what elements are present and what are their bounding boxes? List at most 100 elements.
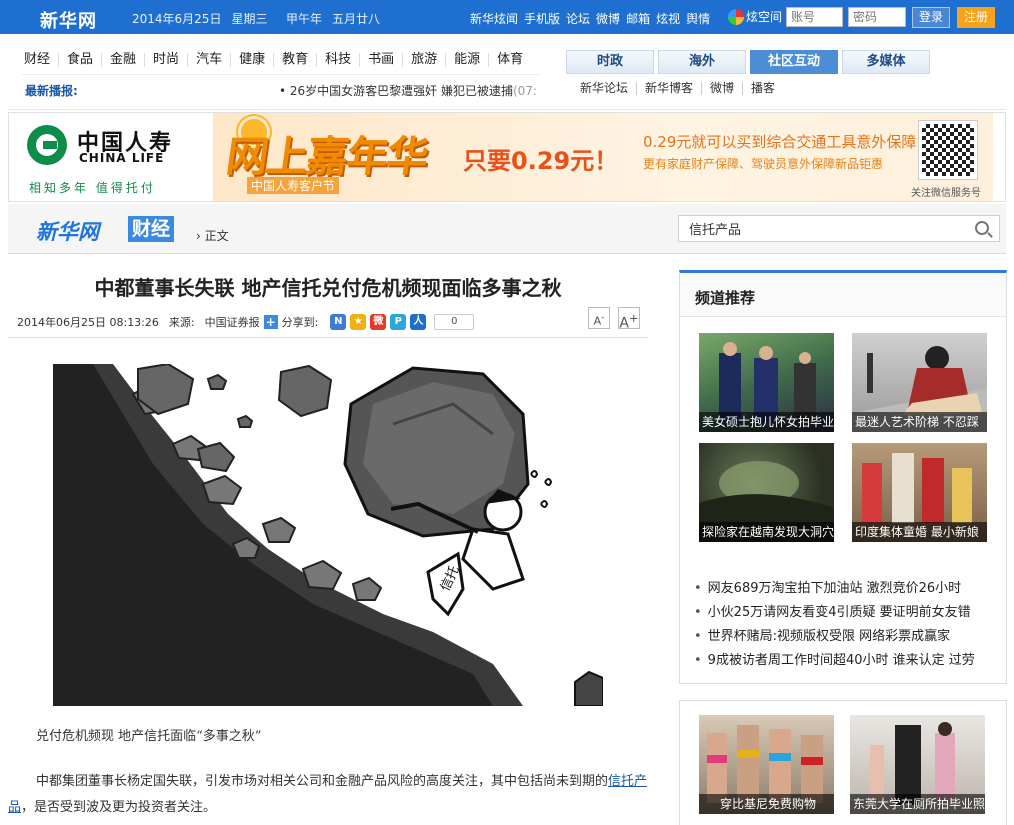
tab-shequ-hudong[interactable]: 社区互动 xyxy=(750,50,838,74)
recommend-pic[interactable]: 东莞大学在厕所拍毕业照 xyxy=(850,715,985,814)
ad-slogan: 相知多年 值得托付 xyxy=(29,181,156,195)
recommend-pic[interactable]: 美女硕士抱儿怀女拍毕业 xyxy=(699,333,834,432)
top-link[interactable]: 论坛 xyxy=(566,10,590,27)
share-qzone-icon[interactable]: N xyxy=(330,314,347,330)
top-link[interactable]: 手机版 xyxy=(524,10,560,27)
china-life-ad-banner[interactable]: 中国人寿 CHINA LIFE 相知多年 值得托付 网上嘉年华 中国人寿客户节 … xyxy=(8,112,1006,202)
panel-title: 频道推荐 xyxy=(695,289,756,307)
panel-header: 频道推荐 xyxy=(680,273,1006,317)
share-plus-icon[interactable]: + xyxy=(263,315,278,329)
subtab-link[interactable]: 新华论坛 xyxy=(580,82,638,95)
share-star-icon[interactable]: ★ xyxy=(350,314,367,330)
recommend-list: 网友689万淘宝拍下加油站 激烈竞价26小时 小伙25万请网友看变4引质疑 要证… xyxy=(694,577,975,673)
ad-price: 只要0.29元！ xyxy=(463,147,619,175)
top-link[interactable]: 舆情 xyxy=(686,10,710,27)
latest-news-label: 最新播报: xyxy=(25,84,78,98)
ad-promo-area: 网上嘉年华 中国人寿客户节 只要0.29元！ 0.29元就可以买到综合交通工具意… xyxy=(213,113,993,201)
search-input[interactable] xyxy=(679,216,959,241)
account-input[interactable] xyxy=(786,7,843,27)
category-links: 财经 食品 金融 时尚 汽车 健康 教育 科技 书画 旅游 能源 体育 xyxy=(24,53,531,67)
sub-tab-links: 新华论坛 新华博客 微博 播客 xyxy=(580,82,783,95)
lunar-date: 甲午年 五月廿八 xyxy=(286,12,381,26)
subtab-link[interactable]: 新华博客 xyxy=(637,82,703,95)
article-datetime: 2014年06月25日 08:13:26 xyxy=(17,316,159,329)
share-renren-icon[interactable]: 人 xyxy=(410,314,427,330)
current-date: 2014年6月25日 星期三 xyxy=(132,12,268,26)
channel-tabs: 时政 海外 社区互动 多媒体 xyxy=(566,50,934,74)
xuankongjian-link[interactable]: 炫空间 xyxy=(728,8,782,25)
tab-duomeiti[interactable]: 多媒体 xyxy=(842,50,930,74)
top-link[interactable]: 邮箱 xyxy=(626,10,650,27)
list-item[interactable]: 网友689万淘宝拍下加油站 激烈竞价26小时 xyxy=(694,577,975,601)
list-item[interactable]: 世界杯赌局:视频版权受限 网络彩票成赢家 xyxy=(694,625,975,649)
news-ticker[interactable]: • 26岁中国女游客巴黎遭强奸 嫌犯已被逮捕(07: xyxy=(279,82,539,99)
chevron-right-icon: › xyxy=(196,229,201,243)
category-link[interactable]: 汽车 xyxy=(188,53,232,67)
breadcrumb-current: › 正文 xyxy=(196,229,229,243)
category-link[interactable]: 旅游 xyxy=(403,53,447,67)
tab-haiwai[interactable]: 海外 xyxy=(658,50,746,74)
main-nav: 财经 食品 金融 时尚 汽车 健康 教育 科技 书画 旅游 能源 体育 最新播报… xyxy=(8,34,1006,110)
recommend-pic[interactable]: 穿比基尼免费购物 xyxy=(699,715,834,814)
register-button[interactable]: 注册 xyxy=(957,7,995,28)
category-link[interactable]: 健康 xyxy=(231,53,275,67)
password-input[interactable] xyxy=(848,7,906,27)
illustration-caption: 兑付危机频现 地产信托面临“多事之秋” xyxy=(36,729,262,744)
subtab-link[interactable]: 播客 xyxy=(743,82,783,95)
category-link[interactable]: 教育 xyxy=(274,53,318,67)
article-illustration: 信托 xyxy=(53,364,603,706)
category-link[interactable]: 财经 xyxy=(24,53,60,67)
boulder-cartoon: 信托 xyxy=(53,364,603,706)
china-life-logo-icon xyxy=(27,125,67,165)
login-button[interactable]: 登录 xyxy=(912,7,950,28)
search-box xyxy=(678,215,1000,242)
tab-shizheng[interactable]: 时政 xyxy=(566,50,654,74)
top-link[interactable]: 微博 xyxy=(596,10,620,27)
article-meta: 2014年06月25日 08:13:26 来源: 中国证券报 + 分享到: N … xyxy=(17,314,475,330)
xinhua-logo[interactable]: 新华网 xyxy=(40,7,97,33)
category-link[interactable]: 体育 xyxy=(489,53,531,67)
ad-headline: 网上嘉年华 xyxy=(223,132,431,181)
breadcrumb-site[interactable]: 新华网 xyxy=(36,216,99,246)
category-link[interactable]: 时尚 xyxy=(145,53,189,67)
top-link[interactable]: 新华炫闻 xyxy=(470,10,518,27)
breadcrumb: 新华网 财经 › 正文 xyxy=(8,204,1006,254)
article-title: 中都董事长失联 地产信托兑付危机频现面临多事之秋 xyxy=(94,276,562,300)
font-smaller-button[interactable]: A- xyxy=(588,307,610,329)
category-link[interactable]: 书画 xyxy=(360,53,404,67)
share-weibo-icon[interactable]: 微 xyxy=(370,314,387,330)
ad-subline: 中国人寿客户节 xyxy=(247,177,340,194)
xuankongjian-icon xyxy=(728,8,744,25)
recommend-pic[interactable]: 印度集体童婚 最小新娘 xyxy=(852,443,987,542)
category-link[interactable]: 食品 xyxy=(59,53,103,67)
article-divider xyxy=(8,337,648,338)
share-label: 分享到: xyxy=(281,316,319,329)
top-links: 新华炫闻 手机版 论坛 微博 邮箱 炫视 舆情 xyxy=(470,10,710,27)
subtab-link[interactable]: 微博 xyxy=(702,82,744,95)
font-larger-button[interactable]: A+ xyxy=(618,307,640,332)
photo-recommend-panel: 穿比基尼免费购物 东莞大学在厕所拍毕业照 xyxy=(679,700,1007,825)
qr-code-icon xyxy=(918,120,978,180)
search-icon[interactable] xyxy=(975,221,989,235)
recommend-pic[interactable]: 探险家在越南发现大洞穴 xyxy=(699,443,834,542)
share-count: 0 xyxy=(434,314,475,330)
top-bar: 新华网 2014年6月25日 星期三 甲午年 五月廿八 新华炫闻 手机版 论坛 微博… xyxy=(0,0,1014,34)
qr-caption: 关注微信服务号 xyxy=(911,188,981,199)
list-item[interactable]: 9成被访者周工作时间超40小时 谁来认定 过劳 xyxy=(694,649,975,673)
share-p-icon[interactable]: P xyxy=(390,314,407,330)
recommend-pic[interactable]: 最迷人艺术阶梯 不忍踩 xyxy=(852,333,987,432)
category-link[interactable]: 金融 xyxy=(102,53,146,67)
category-link[interactable]: 科技 xyxy=(317,53,361,67)
breadcrumb-section[interactable]: 财经 xyxy=(128,216,175,242)
nav-divider xyxy=(22,74,542,75)
article-source: 中国证券报 xyxy=(204,316,260,329)
channel-recommend-panel: 频道推荐 美女硕士抱儿怀女拍毕业 最迷人艺术阶梯 不忍踩 探险家在越南发现大洞穴 xyxy=(679,270,1007,684)
article-paragraph: 中都集团董事长杨定国失联，引发市场对相关公司和金融产品风险的高度关注，其中包括尚… xyxy=(8,774,648,815)
source-label: 来源: xyxy=(168,316,195,329)
list-item[interactable]: 小伙25万请网友看变4引质疑 要证明前女友错 xyxy=(694,601,975,625)
ad-brand-en: CHINA LIFE xyxy=(79,151,165,165)
ad-promo-line-1: 0.29元就可以买到综合交通工具意外保障 xyxy=(643,133,917,151)
ad-promo-line-2: 更有家庭财产保障、驾驶员意外保障新品钜惠 xyxy=(643,157,884,171)
category-link[interactable]: 能源 xyxy=(446,53,490,67)
top-link[interactable]: 炫视 xyxy=(656,10,680,27)
